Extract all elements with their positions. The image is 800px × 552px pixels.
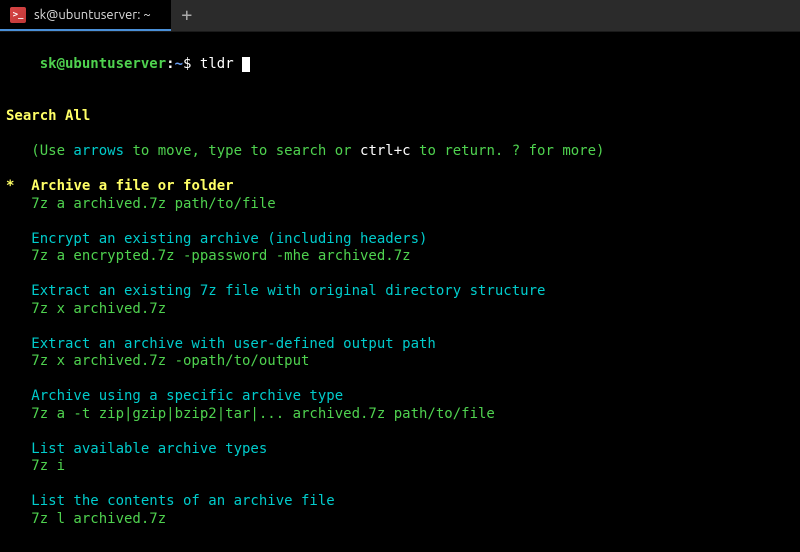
entry-desc[interactable]: Extract an archive with user-defined out… xyxy=(31,336,794,354)
tab-terminal[interactable]: >_ sk@ubuntuserver: ~ xyxy=(0,0,171,31)
new-tab-button[interactable]: + xyxy=(171,0,203,31)
entry-list: * Archive a file or folder7z a archived.… xyxy=(6,178,794,546)
hint-mid2: to return. ? for more) xyxy=(411,143,605,159)
terminal-icon: >_ xyxy=(10,7,26,23)
hint-ctrlc: ctrl+c xyxy=(352,143,411,159)
prompt-cwd: ~ xyxy=(175,56,183,72)
titlebar: >_ sk@ubuntuserver: ~ + xyxy=(0,0,800,32)
entry-desc: Archive a file or folder xyxy=(31,178,233,194)
hint-prefix: (Use xyxy=(31,143,65,159)
tab-title: sk@ubuntuserver: ~ xyxy=(34,8,151,22)
entry-cmd: 7z a -t zip|gzip|bzip2|tar|... archived.… xyxy=(31,406,794,424)
prompt-userhost: sk@ubuntuserver xyxy=(40,56,166,72)
entry-cmd: 7z x archived.7z xyxy=(31,301,794,319)
entry-desc[interactable]: Extract an existing 7z file with origina… xyxy=(31,283,794,301)
help-hint: (Use arrows to move, type to search or c… xyxy=(31,143,794,161)
hint-arrows: arrows xyxy=(65,143,124,159)
entry-cmd: 7z i xyxy=(31,458,794,476)
entry-desc-row[interactable]: * Archive a file or folder xyxy=(6,178,794,196)
entry-desc[interactable]: Encrypt an existing archive (including h… xyxy=(31,231,794,249)
prompt-colon: : xyxy=(166,56,174,72)
hint-mid1: to move, type to search or xyxy=(124,143,352,159)
entry-cmd: 7z l archived.7z xyxy=(31,511,794,529)
entry-cmd: 7z a archived.7z path/to/file xyxy=(31,196,794,214)
terminal-viewport[interactable]: sk@ubuntuserver:~$ tldr Search All (Use … xyxy=(0,32,800,552)
entry-desc[interactable]: List the contents of an archive file xyxy=(31,493,794,511)
entry-desc[interactable]: Archive using a specific archive type xyxy=(31,388,794,406)
prompt-line: sk@ubuntuserver:~$ tldr xyxy=(6,38,794,91)
entry-desc[interactable]: List available archive types xyxy=(31,441,794,459)
search-heading: Search All xyxy=(6,108,794,126)
cursor xyxy=(242,57,250,72)
entry-cmd: 7z a encrypted.7z -ppassword -mhe archiv… xyxy=(31,248,794,266)
entry-cmd: 7z x archived.7z -opath/to/output xyxy=(31,353,794,371)
prompt-command: tldr xyxy=(200,56,234,72)
